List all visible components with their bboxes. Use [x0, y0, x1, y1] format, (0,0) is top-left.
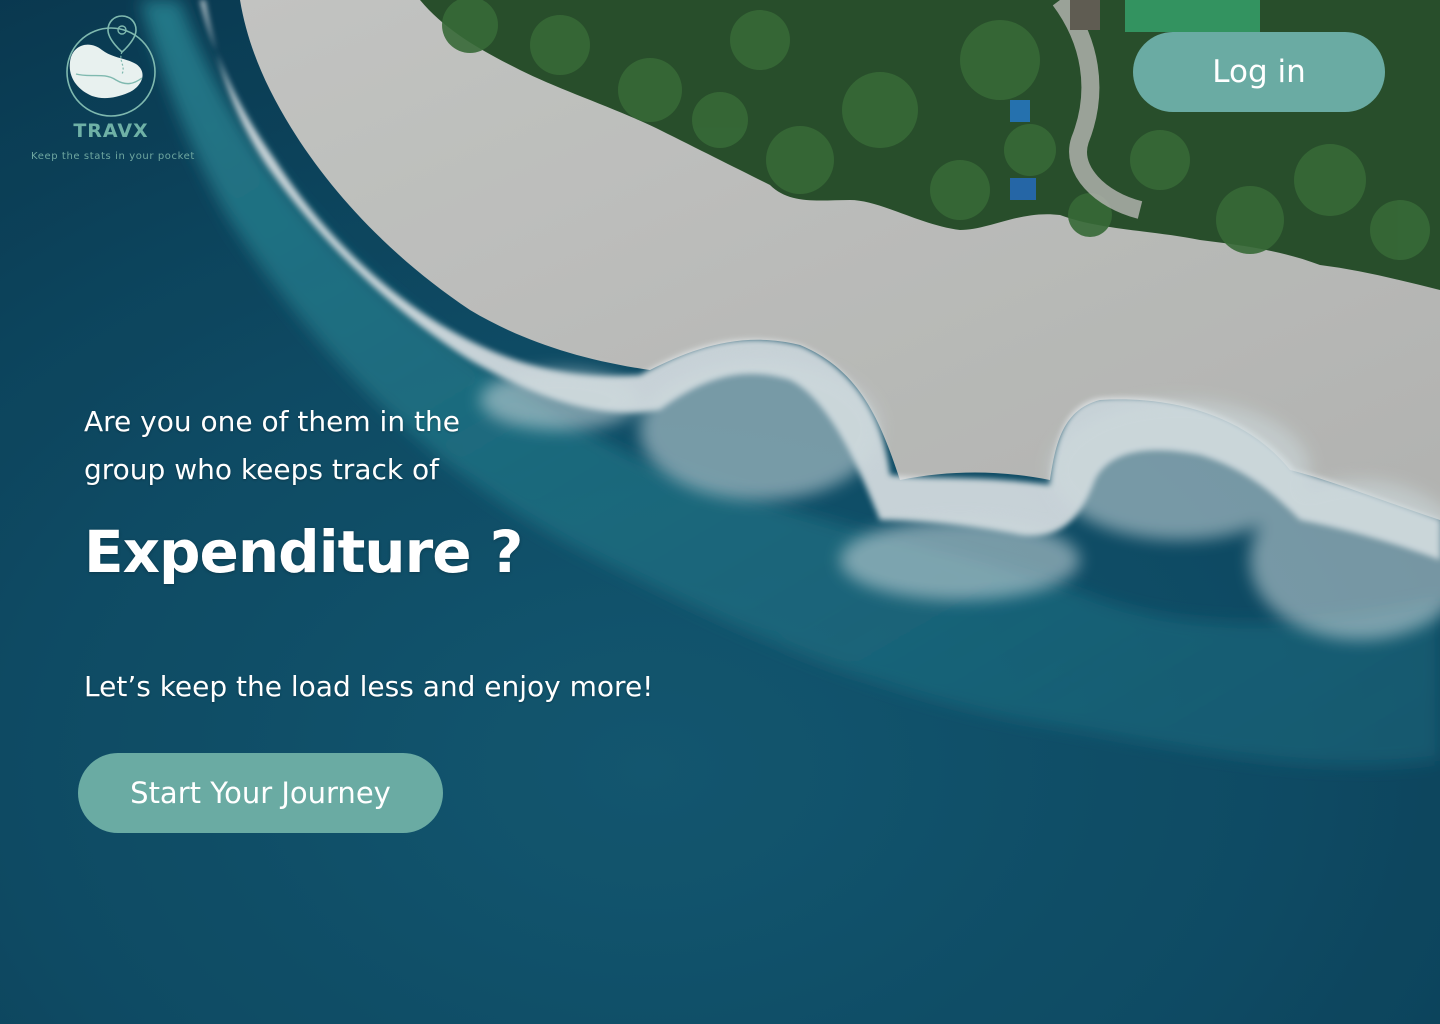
hero-question: Are you one of them in the group who kee…	[84, 398, 564, 494]
map-pin-globe-icon	[66, 15, 156, 117]
brand-tagline: Keep the stats in your pocket	[31, 151, 195, 162]
login-button[interactable]: Log in	[1133, 32, 1385, 112]
background-beach-image	[0, 0, 1440, 1024]
hero-question-line: Are you one of them in the	[84, 405, 460, 438]
brand-logo[interactable]: TRAVX Keep the stats in your pocket	[18, 14, 208, 164]
landing-page: TRAVX Keep the stats in your pocket Log …	[0, 0, 1440, 1024]
hero-question-line: group who keeps track of	[84, 453, 439, 486]
brand-name: TRAVX	[73, 120, 149, 142]
hero-subtitle: Let’s keep the load less and enjoy more!	[84, 670, 654, 703]
start-journey-button[interactable]: Start Your Journey	[78, 753, 443, 833]
hero-title: Expenditure ?	[84, 518, 523, 586]
